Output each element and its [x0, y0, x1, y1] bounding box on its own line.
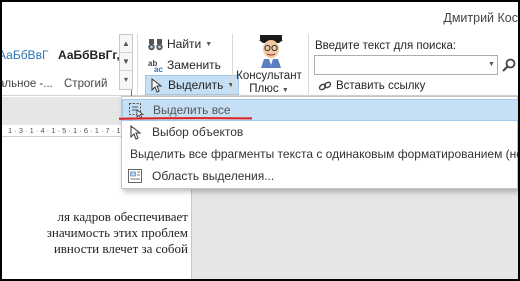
- group-divider: [308, 34, 309, 94]
- more-styles-icon[interactable]: ▾: [120, 71, 132, 89]
- consultant-avatar-icon: [256, 34, 286, 68]
- select-button[interactable]: Выделить ▼: [145, 75, 240, 95]
- menu-item-label: Выделить все: [153, 103, 231, 117]
- menu-item-select-objects[interactable]: Выбор объектов: [122, 121, 518, 143]
- find-button[interactable]: Найти ▼: [147, 34, 212, 54]
- menu-item-label: Выделить все фрагменты текста с одинаков…: [130, 147, 518, 161]
- chevron-down-icon: ▼: [281, 87, 289, 94]
- scroll-down-icon[interactable]: ▼: [120, 53, 132, 71]
- style-label: Строгий: [64, 78, 108, 90]
- styles-gallery-scroll[interactable]: ▲ ▼ ▾: [119, 34, 133, 90]
- insert-link-button[interactable]: Вставить ссылку: [318, 80, 425, 92]
- document-line: ивности влечет за собой: [53, 241, 188, 256]
- replace-label: Заменить: [167, 58, 221, 72]
- chevron-down-icon: ▼: [205, 40, 213, 48]
- replace-icon: ab ac: [147, 57, 163, 73]
- select-dropdown-menu: Выделить все Выбор объектов Выделить все…: [121, 96, 518, 189]
- search-icon[interactable]: [500, 55, 518, 75]
- consultant-label: Консультант Плюс ▼: [234, 70, 304, 97]
- annotation-underline: [119, 117, 252, 120]
- document-line: значимость этих проблем: [46, 225, 188, 240]
- svg-text:ac: ac: [154, 65, 163, 72]
- menu-item-label: Выбор объектов: [152, 125, 244, 139]
- menu-item-select-similar-formatting[interactable]: Выделить все фрагменты текста с одинаков…: [122, 143, 518, 165]
- search-input[interactable]: [314, 55, 498, 75]
- consultant-label-line1: Консультант: [236, 70, 302, 82]
- document-line: ля кадров обеспечивает: [57, 209, 188, 224]
- menu-item-selection-pane[interactable]: Область выделения...: [122, 165, 518, 187]
- cursor-arrow-icon: [124, 121, 146, 143]
- search-label: Введите текст для поиска:: [315, 40, 457, 52]
- style-normal-tile[interactable]: АаБбВвГ альное -...: [2, 34, 56, 90]
- cursor-arrow-icon: [148, 77, 164, 93]
- word-window: Дмитрий Кос АаБбВвГ альное -... АаБбВвГг…: [2, 2, 518, 279]
- replace-button[interactable]: ab ac Заменить: [147, 55, 221, 75]
- find-label: Найти: [167, 37, 202, 51]
- ribbon: АаБбВвГ альное -... АаБбВвГг, Строгий ▲ …: [2, 28, 518, 98]
- menu-item-label: Область выделения...: [152, 169, 275, 183]
- insert-link-label: Вставить ссылку: [336, 80, 426, 92]
- selection-pane-icon: [124, 165, 146, 187]
- style-sample: АаБбВвГг,: [58, 48, 120, 62]
- consultant-label-line2: Плюс: [249, 83, 279, 95]
- group-divider: [137, 34, 138, 94]
- chevron-down-icon[interactable]: ▼: [486, 56, 497, 74]
- style-sample: АаБбВвГ: [2, 48, 49, 62]
- scroll-up-icon[interactable]: ▲: [120, 35, 132, 53]
- select-label: Выделить: [168, 78, 224, 92]
- group-divider: [232, 34, 233, 94]
- title-bar: Дмитрий Кос: [2, 2, 518, 28]
- user-name[interactable]: Дмитрий Кос: [443, 11, 518, 25]
- style-label: альное -...: [2, 78, 53, 90]
- binoculars-icon: [147, 36, 163, 52]
- ruler-ticks: 1 · 3 · 1 · 4 · 1 · 5 · 1 · 6 · 1 · 7 · …: [8, 126, 121, 135]
- style-strict-tile[interactable]: АаБбВвГг, Строгий: [56, 34, 120, 90]
- consultant-plus-button[interactable]: Консультант Плюс ▼: [234, 34, 304, 97]
- link-icon: [318, 80, 332, 92]
